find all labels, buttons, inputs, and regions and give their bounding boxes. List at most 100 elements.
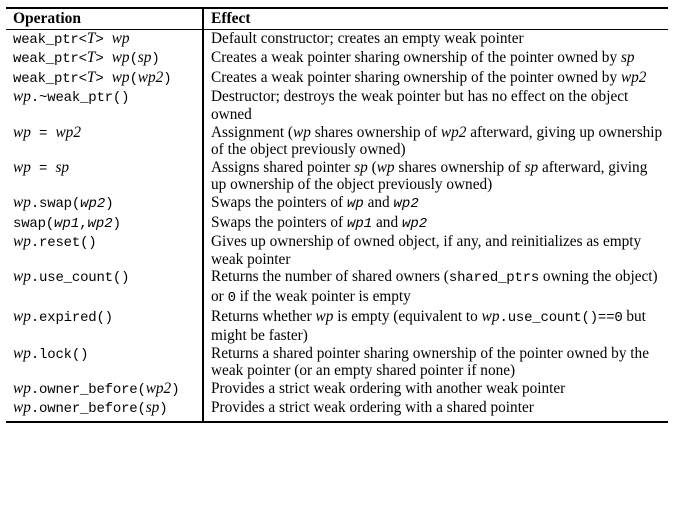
text: Swaps the pointers of bbox=[211, 213, 347, 231]
text: Provides a strict weak ordering with ano… bbox=[211, 379, 566, 397]
italic-text: sp bbox=[620, 49, 635, 67]
operation-cell: wp.owner_before(sp) bbox=[6, 399, 204, 423]
code-text: .expired() bbox=[30, 309, 113, 326]
operation-cell: weak_ptr<T> wp(wp2) bbox=[6, 68, 204, 89]
code-text: .~weak_ptr() bbox=[30, 90, 130, 107]
table-row: weak_ptr<T> wp(sp) Creates a weak pointer… bbox=[6, 49, 668, 69]
code-text: ) bbox=[112, 215, 121, 232]
code-text: ( bbox=[129, 70, 138, 87]
effect-cell: Returns a shared pointer sharing ownersh… bbox=[203, 345, 668, 380]
text: and bbox=[363, 193, 394, 211]
text: Creates a weak pointer sharing ownership… bbox=[211, 68, 621, 86]
operation-cell: weak_ptr<T> wp(sp) bbox=[6, 49, 204, 69]
table-row: wp.use_count() Returns the number of shar… bbox=[6, 268, 668, 308]
italic-text: wp bbox=[293, 123, 311, 141]
code-text: = bbox=[30, 160, 56, 177]
table-row: wp.reset() Gives up ownership of owned ob… bbox=[6, 233, 668, 269]
table-row: wp.expired() Returns whether wp is empty … bbox=[6, 307, 668, 345]
operation-cell: weak_ptr<T> wp bbox=[6, 29, 204, 50]
code-text: weak_ptr< bbox=[13, 31, 87, 48]
operation-cell: wp = wp2 bbox=[6, 123, 204, 159]
operation-cell: wp.swap(wp2) bbox=[6, 193, 204, 214]
text: shares ownership of bbox=[394, 158, 525, 176]
effect-cell: Assignment (wp shares ownership of wp2 a… bbox=[203, 124, 668, 159]
text: Creates a weak pointer sharing ownership… bbox=[211, 49, 621, 67]
effect-cell: Provides a strict weak ordering with ano… bbox=[203, 380, 668, 400]
code-text: > bbox=[95, 51, 112, 68]
text: ( bbox=[367, 158, 377, 176]
effect-cell: Swaps the pointers of wp1 and wp2 bbox=[203, 214, 668, 234]
table-row: wp.swap(wp2) Swaps the pointers of wp and… bbox=[6, 193, 668, 214]
code-text: > bbox=[95, 31, 112, 48]
effect-column-header: Effect bbox=[203, 8, 668, 30]
effect-cell: Assigns shared pointer sp (wp shares own… bbox=[203, 159, 668, 194]
code-text: swap( bbox=[13, 215, 55, 232]
table-row: wp.owner_before(wp2) Provides a strict we… bbox=[6, 379, 668, 400]
effect-cell: Creates a weak pointer sharing ownership… bbox=[203, 69, 668, 89]
italic-text: wp2 bbox=[401, 215, 428, 232]
italic-text: wp bbox=[13, 233, 31, 251]
effect-cell: Destructor; destroys the weak pointer bu… bbox=[203, 88, 668, 123]
code-text: .swap( bbox=[30, 195, 81, 212]
code-text: ) bbox=[171, 381, 180, 398]
italic-text: wp2 bbox=[80, 195, 106, 212]
code-text: .owner_before( bbox=[30, 401, 146, 418]
effect-cell: Gives up ownership of owned object, if a… bbox=[203, 233, 668, 268]
weak-ptr-operations-table: Operation Effect weak_ptr<T> wp Default c… bbox=[6, 7, 668, 424]
operation-cell: swap(wp1,wp2) bbox=[6, 213, 204, 234]
effect-cell: Provides a strict weak ordering with a s… bbox=[203, 399, 668, 422]
italic-text: wp2 bbox=[620, 68, 647, 86]
text: shares ownership of bbox=[310, 123, 441, 141]
operation-cell: wp.lock() bbox=[6, 344, 204, 380]
italic-text: wp1 bbox=[54, 215, 80, 232]
italic-text: wp2 bbox=[55, 123, 81, 141]
effect-cell: Returns the number of shared owners (sha… bbox=[203, 268, 668, 307]
text: Swaps the pointers of bbox=[211, 193, 347, 211]
table-row: weak_ptr<T> wp Default constructor; creat… bbox=[6, 29, 668, 50]
operation-column-header: Operation bbox=[6, 8, 204, 30]
italic-text: wp bbox=[13, 268, 31, 286]
code-text: .owner_before( bbox=[30, 381, 146, 398]
italic-text: wp bbox=[13, 193, 31, 211]
italic-text: wp bbox=[13, 88, 31, 106]
operation-cell: wp.owner_before(wp2) bbox=[6, 379, 204, 400]
table-row: swap(wp1,wp2) Swaps the pointers of wp1 a… bbox=[6, 213, 668, 234]
italic-text: wp1 bbox=[346, 215, 373, 232]
text: Destructor; destroys the weak pointer bu… bbox=[211, 88, 629, 123]
text: Returns the number of shared owners ( bbox=[211, 268, 449, 286]
text: Provides a strict weak ordering with a s… bbox=[211, 399, 534, 417]
italic-text: wp bbox=[346, 195, 364, 212]
table-body: weak_ptr<T> wp Default constructor; creat… bbox=[6, 29, 668, 423]
code-text: ) bbox=[105, 195, 114, 212]
table-row: wp.~weak_ptr() Destructor; destroys the w… bbox=[6, 88, 668, 124]
code-text: .lock() bbox=[30, 346, 89, 363]
code-text: .reset() bbox=[30, 235, 97, 252]
italic-text: wp bbox=[13, 307, 31, 325]
operation-cell: wp.use_count() bbox=[6, 268, 204, 308]
text: Default constructor; creates an empty we… bbox=[211, 29, 524, 47]
operation-cell: wp.reset() bbox=[6, 233, 204, 269]
italic-text: sp bbox=[354, 158, 368, 176]
table-row: wp = wp2 Assignment (wp shares ownership … bbox=[6, 123, 668, 159]
code-text: > bbox=[95, 70, 112, 87]
code-text: .use_count()==0 bbox=[499, 309, 623, 326]
effect-cell: Returns whether wp is empty (equivalent … bbox=[203, 308, 668, 345]
code-text: .use_count() bbox=[30, 270, 130, 287]
code-text: ) bbox=[163, 70, 172, 87]
text: if the weak pointer is empty bbox=[235, 287, 411, 305]
code-text: weak_ptr< bbox=[13, 70, 87, 87]
code-text: ( bbox=[129, 51, 138, 68]
effect-cell: Default constructor; creates an empty we… bbox=[203, 29, 668, 49]
text: and bbox=[372, 213, 402, 231]
text: Assignment ( bbox=[211, 123, 294, 141]
italic-text: wp2 bbox=[145, 379, 172, 397]
italic-text: wp bbox=[111, 68, 130, 86]
italic-text: wp bbox=[376, 158, 395, 176]
italic-text: wp bbox=[315, 307, 334, 325]
code-text: ) bbox=[159, 401, 168, 418]
italic-text: wp2 bbox=[137, 68, 164, 86]
code-text: = bbox=[30, 125, 56, 142]
text: is empty (equivalent to bbox=[333, 307, 482, 325]
text: Gives up ownership of owned object, if a… bbox=[211, 233, 642, 268]
text: Returns whether bbox=[211, 307, 316, 325]
